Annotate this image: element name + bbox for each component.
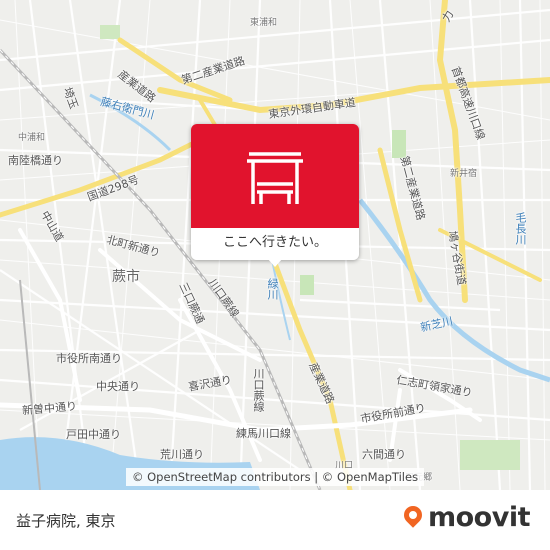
label-nerima-kawaguchi: 練馬川口線 (236, 427, 291, 440)
map[interactable]: 東浦和 第二産業道路 産業道路 東京外環自動車道 首都高速川口線 力 藤右衛門川… (0, 0, 550, 490)
label-moyamatsu: 毛長川 (514, 212, 527, 245)
destination-popup[interactable]: ここへ行きたい。 (191, 124, 359, 267)
popup-tip (267, 258, 283, 267)
label-toda-naka: 戸田中通り (66, 428, 121, 441)
label-shiyakusho: 市役所南通り (56, 352, 122, 365)
label-arakawa: 荒川通り (160, 448, 204, 461)
footer: 益子病院, 東京 moovit (0, 490, 550, 550)
popup-header (191, 124, 359, 228)
label-chuo-dori: 中央通り (96, 380, 140, 393)
moovit-logo[interactable]: moovit (400, 502, 531, 533)
label-shin-ei: 新井宿 (450, 169, 478, 179)
location-title: 益子病院, 東京 (16, 512, 116, 530)
map-attribution[interactable]: © OpenStreetMap contributors | © OpenMap… (0, 468, 550, 490)
label-minamiwarabi: 南陸橋通り (8, 154, 63, 167)
label-rokken: 六間通り (362, 448, 406, 461)
label-kawaguchi-warabi2: 川口蕨線 (252, 368, 265, 412)
moovit-pin-icon (400, 502, 426, 528)
label-higashi-urawa: 東浦和 (250, 18, 278, 28)
label-nakano: 中浦和 (18, 133, 46, 143)
brand-name: moovit (428, 502, 531, 533)
label-warabi-city: 蕨市 (112, 269, 140, 285)
bus-stop-icon (247, 152, 303, 204)
label-midori-river: 緑川 (266, 278, 279, 300)
popup-text[interactable]: ここへ行きたい。 (191, 228, 359, 260)
